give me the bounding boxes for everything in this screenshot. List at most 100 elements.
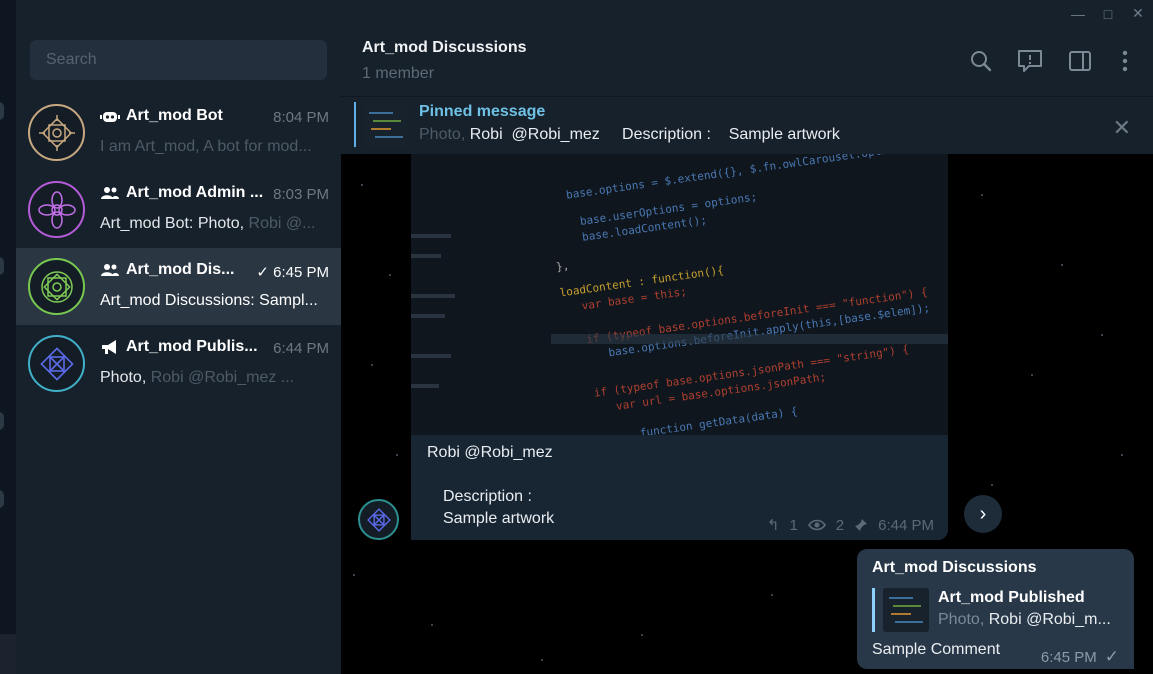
background-star [1031,374,1033,376]
post-time: 6:44 PM [878,516,934,534]
dialog-title: Art_mod Publis... [100,338,265,356]
mandala-icon [37,190,76,229]
outgoing-comment-message[interactable]: Art_mod Discussions Art_mod Published Ph… [857,549,1134,669]
dialog-item-art-mod-discussions[interactable]: Art_mod Dis... ✓ 6:45 PM Art_mod Discuss… [16,248,341,325]
dialog-preview: I am Art_mod, A bot for mod... [100,138,330,156]
close-window-button[interactable]: ✕ [1124,0,1152,27]
folder-indicator[interactable] [0,490,4,508]
views-eye-icon [807,519,826,531]
channel-post-message[interactable]: base.options = $.extend({}, $.fn.owlCaro… [411,154,948,540]
megaphone-icon [102,340,116,354]
dialog-time: 8:04 PM [273,109,329,126]
background-star [1121,454,1123,456]
chevron-right-icon: › [979,502,987,525]
dialog-time: 6:44 PM [273,340,329,357]
close-icon: ✕ [1112,115,1131,140]
dialog-preview: Art_mod Bot: Photo, Robi @... [100,215,330,233]
discussion-button[interactable] [1016,47,1044,75]
background-star [981,194,983,196]
pinned-text: Photo, Robi @Robi_mez Description : Samp… [419,126,840,144]
channel-avatar[interactable] [358,499,399,540]
rail-footer [0,634,16,674]
dialog-title: Art_mod Dis... [100,261,265,279]
dialog-item-art-mod-published[interactable]: Art_mod Publis... 6:44 PM Photo, Robi @R… [16,325,341,402]
preview-text: I am Art_mod, A bot for mod... [100,138,312,155]
pinned-thumbnail [363,103,409,149]
folder-indicator[interactable] [0,102,4,120]
more-menu-button[interactable] [1111,47,1139,75]
sent-check-icon: ✓ [1104,647,1119,666]
comment-text: Sample Comment [872,641,1001,658]
background-star [361,184,363,186]
bot-icon [100,112,120,122]
group-icon [101,264,119,276]
more-vertical-icon [1122,50,1128,72]
svg-text:},: }, [555,259,570,274]
background-star [1061,264,1063,266]
preview-dim: Robi @... [248,215,316,232]
post-meta: ↰ 1 2 6:44 PM [767,516,934,535]
background-star [431,624,433,626]
post-author: Robi @Robi_mez [427,444,553,461]
quote-accent-bar [872,588,875,632]
avatar [28,258,85,315]
background-star [541,659,543,661]
dialog-item-art-mod-bot[interactable]: Art_mod Bot 8:04 PM I am Art_mod, A bot … [16,94,341,171]
forward-button[interactable]: › [964,495,1002,533]
reply-count: 1 [789,516,798,534]
dialog-preview: Photo, Robi @Robi_mez ... [100,369,330,387]
maximize-button[interactable]: □ [1094,0,1122,27]
close-pinned-button[interactable]: ✕ [1113,115,1131,141]
post-photo[interactable]: base.options = $.extend({}, $.fn.owlCaro… [411,154,948,435]
preview-sender: Art_mod Bot: [100,215,194,232]
background-star [991,484,993,486]
background-star [396,454,398,456]
background-star [389,274,391,276]
comment-meta: 6:45 PM ✓ [1041,647,1119,667]
folder-indicator[interactable] [0,412,4,430]
pinned-label: Pinned message [419,103,546,120]
folder-indicator[interactable] [0,257,4,275]
background-star [371,364,373,366]
mandala-icon [39,346,74,381]
preview-text: Art_mod Discussions: Sampl... [100,292,318,309]
telegram-window: — □ ✕ Search Art_mod Bot 8:04 PM I am Ar… [0,0,1153,674]
mandala-icon [40,270,73,303]
quoted-content: Robi @Robi_m... [988,611,1111,628]
quoted-prefix: Photo, [938,611,985,628]
dialog-title: Art_mod Admin ... [100,184,265,202]
avatar [28,181,85,238]
reply-sender: Art_mod Discussions [872,559,1037,576]
search-button[interactable] [967,47,995,75]
preview-dim: Robi @Robi_mez ... [150,369,295,386]
message-list[interactable]: base.options = $.extend({}, $.fn.owlCaro… [341,154,1153,674]
dialog-title-text: Art_mod Dis... [126,261,235,278]
dialog-title: Art_mod Bot [100,107,265,125]
background-star [771,594,773,596]
mandala-icon [38,114,75,151]
search-icon [971,51,992,72]
member-count: 1 member [362,65,435,82]
preview-text: Photo, [197,215,245,232]
minimize-button[interactable]: — [1064,0,1092,27]
pinned-prefix: Photo, [419,126,466,143]
dialog-title-text: Art_mod Admin ... [126,184,264,201]
quoted-text: Photo, Robi @Robi_m... [938,611,1123,629]
post-description-value: Sample artwork [443,510,555,527]
post-description-label: Description : [443,488,532,505]
view-count: 2 [835,516,845,534]
read-check-icon: ✓ [256,264,269,281]
background-star [641,634,643,636]
preview-text: Photo, [100,369,147,386]
avatar [28,335,85,392]
maximize-icon: □ [1103,5,1113,22]
chat-title[interactable]: Art_mod Discussions [362,39,526,57]
sidebar-toggle-button[interactable] [1066,47,1094,75]
quoted-title[interactable]: Art_mod Published [938,589,1085,607]
pinned-message-bar[interactable]: Pinned message Photo, Robi @Robi_mez Des… [341,96,1153,154]
dialog-item-art-mod-admin[interactable]: Art_mod Admin ... 8:03 PM Art_mod Bot: P… [16,171,341,248]
panel-icon [1069,51,1091,71]
chat-header[interactable]: Art_mod Discussions 1 member [341,27,1153,96]
close-icon: ✕ [1132,5,1144,21]
search-input[interactable]: Search [30,40,327,80]
